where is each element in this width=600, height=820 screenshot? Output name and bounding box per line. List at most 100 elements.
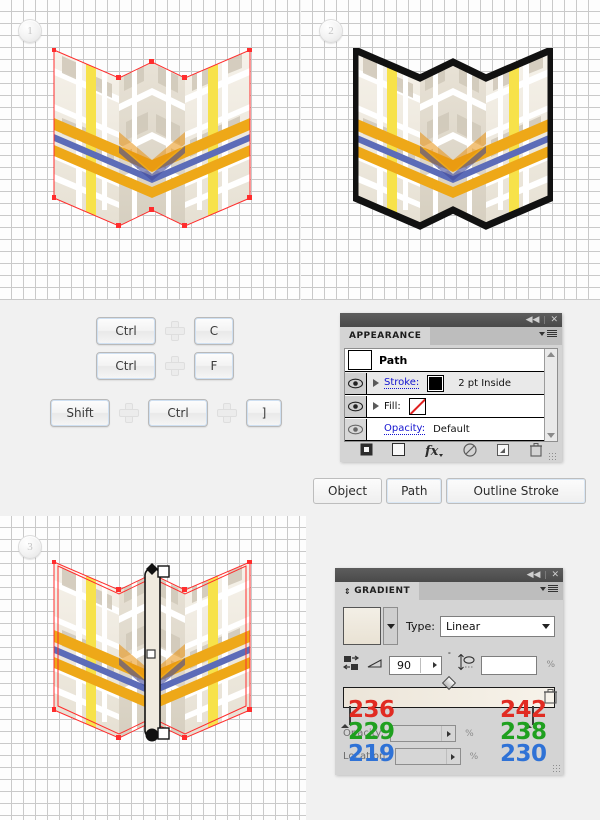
right-stop-blue-value: 230 xyxy=(500,741,547,767)
type-label: Type: xyxy=(406,619,435,633)
key-shift[interactable]: Shift xyxy=(50,399,110,427)
shortcut-ctrl-c: Ctrl C xyxy=(96,317,234,345)
move-handle-icon: ⇕ xyxy=(344,586,352,596)
shortcut-ctrl-f: Ctrl F xyxy=(96,352,234,380)
opacity-label[interactable]: Opacity: xyxy=(384,423,426,435)
key-ctrl[interactable]: Ctrl xyxy=(148,399,208,427)
scroll-down-icon[interactable] xyxy=(547,433,555,438)
menu-outline-stroke-button[interactable]: Outline Stroke xyxy=(446,478,586,504)
visibility-eye-icon[interactable] xyxy=(345,395,367,417)
degree-symbol: ° xyxy=(448,652,451,659)
aspect-ratio-icon xyxy=(457,653,475,676)
panel-titlebar: ◀◀ ✕ xyxy=(340,313,562,327)
screenshot-root: 1 2 Ctrl C Ctrl F Shift Ctrl] ◀◀ ✕ APPE… xyxy=(0,0,600,820)
appearance-row-stroke[interactable]: Stroke: 2 pt Inside xyxy=(345,372,557,395)
step-badge-2: 2 xyxy=(319,19,343,43)
expand-triangle-icon[interactable] xyxy=(373,379,379,387)
divider xyxy=(545,571,547,579)
collapse-icon[interactable]: ◀◀ xyxy=(527,569,541,581)
appearance-panel: ◀◀ ✕ APPEARANCE Path Stroke: 2 pt Inside… xyxy=(340,313,562,462)
appearance-target-row[interactable]: Path xyxy=(345,349,557,372)
key-c[interactable]: C xyxy=(194,317,234,345)
fill-none-swatch[interactable] xyxy=(408,397,426,415)
gradient-aspect-field[interactable] xyxy=(480,655,538,675)
stroke-label[interactable]: Stroke: xyxy=(384,377,420,389)
visibility-eye-icon[interactable] xyxy=(345,418,367,440)
clear-appearance-icon[interactable] xyxy=(463,442,477,462)
panel-tabbar: ⇕ GRADIENT xyxy=(335,582,563,600)
appearance-row-opacity[interactable]: Opacity: Default xyxy=(345,418,557,441)
close-icon[interactable]: ✕ xyxy=(551,569,559,581)
gradient-angle-field[interactable]: 90 xyxy=(389,655,443,675)
add-new-effect-icon[interactable]: fx xyxy=(424,443,444,462)
gradient-location-field[interactable] xyxy=(394,748,461,765)
close-icon[interactable]: ✕ xyxy=(550,314,558,326)
map-artwork-gradient[interactable] xyxy=(52,560,264,770)
stroke-weight-value: 2 pt Inside xyxy=(458,377,511,389)
gradient-type-row: Type: Linear xyxy=(343,607,555,645)
artboard-step-2[interactable]: 2 xyxy=(301,0,600,300)
appearance-list: Path Stroke: 2 pt Inside Fill: Opacity: … xyxy=(344,348,558,442)
visibility-eye-icon[interactable] xyxy=(345,372,367,394)
stroke-color-swatch[interactable] xyxy=(427,374,445,392)
angle-stepper[interactable] xyxy=(420,657,441,673)
panel-titlebar: ◀◀ ✕ xyxy=(335,568,563,582)
menu-path-button[interactable]: Path xyxy=(386,478,443,504)
gradient-type-select[interactable]: Linear xyxy=(439,615,555,637)
menu-object-button[interactable]: Object xyxy=(313,478,383,504)
appearance-scrollbar[interactable] xyxy=(544,349,557,441)
percent-symbol: % xyxy=(546,660,555,670)
delete-item-icon[interactable] xyxy=(530,442,543,462)
tab-appearance[interactable]: APPEARANCE xyxy=(340,327,431,345)
plus-icon xyxy=(119,403,139,423)
map-artwork-selected[interactable] xyxy=(52,48,252,248)
right-stop-green-value: 238 xyxy=(500,719,547,745)
expand-triangle-icon[interactable] xyxy=(373,402,379,410)
resize-grip[interactable] xyxy=(548,452,556,460)
left-stop-red-value: 236 xyxy=(348,697,395,723)
add-new-stroke-icon[interactable] xyxy=(360,443,373,461)
key-right-bracket[interactable]: ] xyxy=(246,399,282,427)
artboard-step-3[interactable]: 3 xyxy=(0,516,306,820)
gradient-opacity-field[interactable] xyxy=(390,725,457,742)
artboard-step-1[interactable]: 1 xyxy=(0,0,300,300)
key-f[interactable]: F xyxy=(194,352,234,380)
duplicate-item-icon[interactable] xyxy=(496,443,510,462)
opacity-stepper[interactable] xyxy=(441,726,455,741)
scroll-up-icon[interactable] xyxy=(547,352,555,357)
percent-symbol: % xyxy=(465,728,474,739)
plus-icon xyxy=(165,356,185,376)
gradient-preview-swatch[interactable] xyxy=(343,607,381,645)
appearance-body: Path Stroke: 2 pt Inside Fill: Opacity: … xyxy=(340,345,562,462)
reverse-gradient-icon[interactable] xyxy=(342,655,361,676)
shortcut-shift-ctrl-bracket: Shift Ctrl ] xyxy=(50,399,282,427)
add-new-fill-icon[interactable] xyxy=(392,443,406,461)
tab-gradient-label: GRADIENT xyxy=(354,586,411,596)
panel-menu-icon[interactable] xyxy=(539,330,557,337)
svg-text:fx: fx xyxy=(425,444,439,457)
resize-grip[interactable] xyxy=(552,764,560,772)
divider xyxy=(544,316,546,324)
gradient-presets-dropdown[interactable] xyxy=(383,607,398,645)
percent-symbol: % xyxy=(469,751,479,762)
left-stop-green-value: 229 xyxy=(348,719,395,745)
key-ctrl[interactable]: Ctrl xyxy=(96,317,156,345)
step-badge-1: 1 xyxy=(18,19,42,43)
panel-menu-icon[interactable] xyxy=(540,585,558,592)
tab-gradient[interactable]: ⇕ GRADIENT xyxy=(335,582,420,600)
location-stepper[interactable] xyxy=(445,749,460,764)
menu-path-buttons: Object Path Outline Stroke xyxy=(313,478,586,504)
target-label: Path xyxy=(379,353,408,367)
opacity-value: Default xyxy=(433,423,470,435)
collapse-icon[interactable]: ◀◀ xyxy=(526,314,540,326)
gradient-angle-value: 90 xyxy=(397,658,411,672)
plus-icon xyxy=(217,403,237,423)
step-badge-3: 3 xyxy=(18,535,42,559)
gradient-angle-row: 90 ° % xyxy=(342,652,555,676)
appearance-footer: fx xyxy=(344,442,558,462)
gradient-type-value: Linear xyxy=(445,619,481,633)
fill-label[interactable]: Fill: xyxy=(384,401,401,412)
key-ctrl[interactable]: Ctrl xyxy=(96,352,156,380)
map-artwork-outlined[interactable] xyxy=(353,48,553,248)
appearance-row-fill[interactable]: Fill: xyxy=(345,395,557,418)
